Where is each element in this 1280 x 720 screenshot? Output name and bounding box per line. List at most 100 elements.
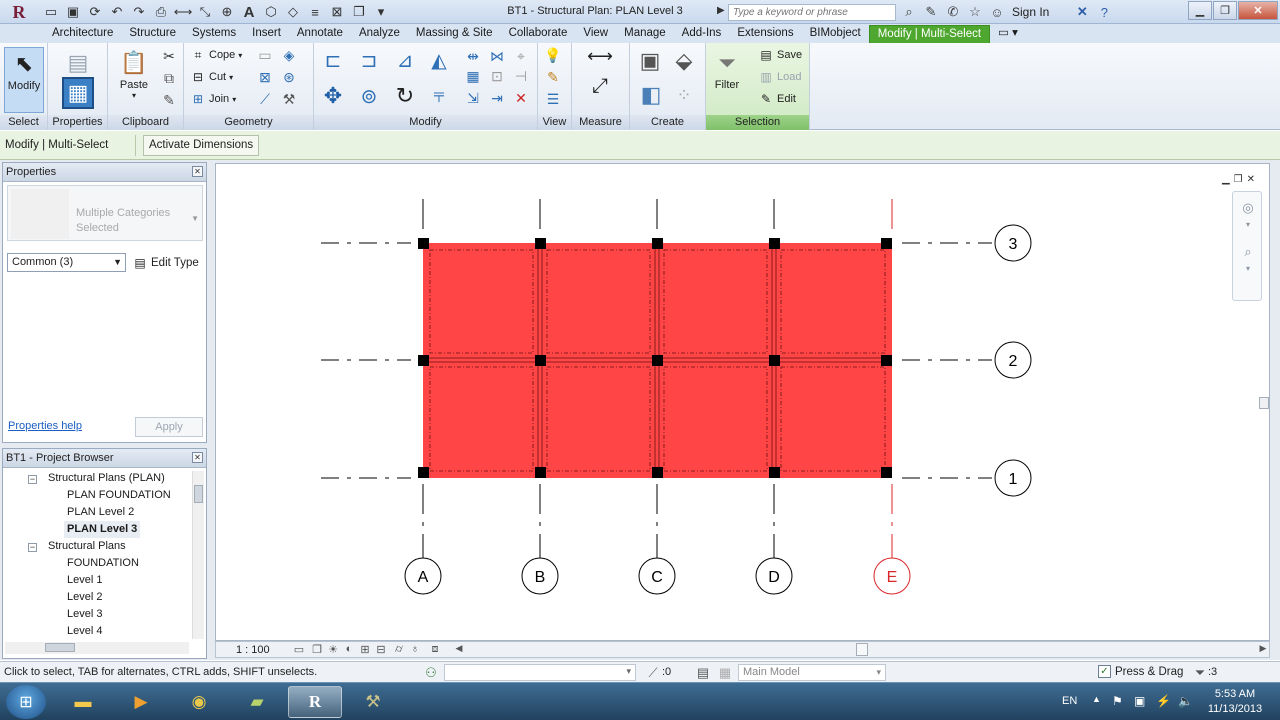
column[interactable] [769,467,780,478]
column[interactable] [418,238,429,249]
properties-help-link[interactable]: Properties help [8,420,82,432]
taskbar-explorer[interactable]: ▬ [56,686,110,718]
detail-level-icon[interactable]: ▭ [292,643,306,657]
close-icon[interactable]: ✕ [192,452,203,463]
panel-create-label[interactable]: Create [630,115,705,130]
align-icon[interactable]: ⊏ [320,47,346,73]
dimension-icon[interactable]: ⤡ [196,3,214,21]
join-button[interactable]: ⊞ Join ▾ [190,89,236,109]
copy-element-icon[interactable]: ⊚ [356,83,382,109]
column[interactable] [652,238,663,249]
type-selector[interactable]: Multiple Categories Selected ▼ [7,185,203,241]
view-restore-icon[interactable]: ❐ [1234,174,1243,185]
match-properties-icon[interactable]: ✎ [160,91,178,109]
help-icon[interactable]: ? [1095,3,1113,21]
volume-icon[interactable]: 🔈 [1178,694,1193,708]
close-button[interactable]: ✕ [1238,1,1278,20]
workset-field[interactable]: ▾ [444,664,636,681]
panel-properties-label[interactable]: Properties [48,115,107,130]
reveal-hidden-icon[interactable]: ♁ [408,643,422,657]
collapse-toggle[interactable]: − [28,475,37,484]
close-hidden-icon[interactable]: ⊠ [328,3,346,21]
wall-joins-icon[interactable]: ⊠ [256,68,274,86]
override-graphics-icon[interactable]: ✎ [544,68,562,86]
filter-icon[interactable]: ⏷ [1191,664,1209,682]
tab-analyze[interactable]: Analyze [351,25,408,43]
temporary-hide-icon[interactable]: ⌭ [392,643,406,657]
minimize-button[interactable]: ▁ [1188,1,1212,20]
save-icon[interactable]: ▣ [64,3,82,21]
split-face-icon[interactable]: ▭ [256,46,274,64]
tree-item[interactable]: Level 2 [67,589,102,606]
paint-icon[interactable]: ◈ [280,46,298,64]
paste-button[interactable]: 📋 Paste ▾ [114,47,154,100]
panel-clipboard-label[interactable]: Clipboard [108,115,183,130]
scroll-thumb[interactable] [194,485,203,503]
instance-filter-select[interactable]: Common (3) ▼ [7,253,126,272]
scissors-icon[interactable]: ✂ [160,47,178,65]
open-icon[interactable]: ▭ [42,3,60,21]
column[interactable] [652,355,663,366]
switch-windows-icon[interactable]: ❐ [350,3,368,21]
unpin-icon[interactable]: ⋈ [488,47,506,65]
thin-lines-icon[interactable]: ≡ [306,3,324,21]
edit-type-button[interactable]: ▤ Edit Type [132,253,198,272]
apply-button[interactable]: Apply [135,417,203,437]
communication-icon[interactable]: ✆ [944,3,962,21]
mirror-draw-icon[interactable]: ◭ [426,47,452,73]
column[interactable] [535,355,546,366]
tag-icon[interactable]: ⊕ [218,3,236,21]
tab-systems[interactable]: Systems [184,25,244,43]
start-button[interactable]: ⊞ [6,685,46,719]
redo-icon[interactable]: ↷ [130,3,148,21]
move-icon[interactable]: ✥ [320,83,346,109]
copy-icon[interactable]: ⧉ [160,69,178,87]
tree-item[interactable]: Level 4 [67,623,102,640]
properties-palette-button[interactable]: ▦ [58,77,98,109]
tab-annotate[interactable]: Annotate [289,25,351,43]
column[interactable] [418,355,429,366]
system-clock[interactable]: 5:53 AM 11/13/2013 [1203,687,1267,717]
lightbulb-icon[interactable]: 💡 [544,46,562,64]
measure-distance-icon[interactable]: ⟷ [580,46,620,66]
aligned-dimension-icon[interactable]: ⤢ [580,75,620,97]
column[interactable] [881,238,892,249]
linework-icon[interactable]: ☰ [544,90,562,108]
unpin-element-icon[interactable]: ⊣ [512,67,530,85]
tab-manage[interactable]: Manage [616,25,674,43]
qat-dropdown-icon[interactable]: ▾ [372,3,390,21]
mirror-axis-icon[interactable]: ⊿ [392,47,418,73]
action-center-icon[interactable]: ⚑ [1112,694,1123,708]
column[interactable] [769,238,780,249]
tab-collaborate[interactable]: Collaborate [501,25,576,43]
close-icon[interactable]: ✕ [192,166,203,177]
zoom-icon[interactable]: ⌕ [1239,244,1257,262]
modify-tool-button[interactable]: ⬉ Modify [4,47,44,113]
tree-item[interactable]: PLAN FOUNDATION [67,487,171,504]
editable-only-icon[interactable]: ⟋ [644,664,662,682]
binoculars-icon[interactable]: ⌕ [900,3,918,21]
view-close-icon[interactable]: ✕ [1247,174,1255,185]
wrench-icon[interactable]: ⚒ [280,90,298,108]
panel-measure-label[interactable]: Measure [572,115,629,130]
scroll-thumb[interactable] [1259,397,1269,409]
3d-view-icon[interactable]: ⬡ [262,3,280,21]
column[interactable] [535,238,546,249]
column[interactable] [535,467,546,478]
load-selection-button[interactable]: ▥ Load [758,67,801,87]
create-assembly-icon[interactable]: ⬙ [670,47,698,75]
split-gap-icon[interactable]: ⇥ [488,89,506,107]
power-icon[interactable]: ⚡ [1156,694,1171,708]
offset-icon[interactable]: ⊐ [356,47,382,73]
tab-extensions[interactable]: Extensions [729,25,801,43]
press-drag-toggle[interactable]: ✓ Press & Drag [1098,665,1183,678]
tab-massing-site[interactable]: Massing & Site [408,25,501,43]
tree-item-active-view[interactable]: PLAN Level 3 [64,521,141,538]
design-options-icon[interactable]: ▤ [694,664,712,682]
edit-selection-button[interactable]: ✎ Edit [758,89,796,109]
horizontal-scroll-thumb[interactable] [856,643,868,656]
tree-item[interactable]: FOUNDATION [67,555,139,572]
steering-wheel-icon[interactable]: ◎ [1239,200,1257,218]
sync-icon[interactable]: ⟳ [86,3,104,21]
create-similar-icon[interactable]: ⁘ [670,81,698,109]
